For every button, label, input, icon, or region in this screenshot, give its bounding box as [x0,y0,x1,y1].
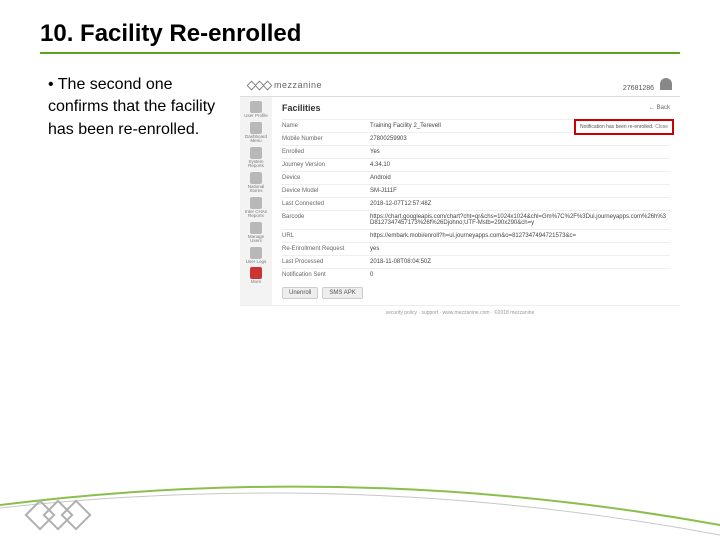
detail-label: Mobile Number [282,136,362,142]
detail-row: Enrolled Yes [282,145,670,158]
sidebar-item-system-reports[interactable]: System Reports [243,147,269,169]
sidebar-item-more[interactable]: More [243,267,269,285]
detail-row: Device Android [282,171,670,184]
sidebar: User Profile Dashboard Menu System Repor… [240,97,272,305]
detail-value: Yes [370,149,670,155]
sidebar-item-inter-chas[interactable]: Inter CHAs Reports [243,197,269,219]
app-header: mezzanine 27681286 [240,74,680,97]
slide-title: 10. Facility Re-enrolled [40,20,680,48]
detail-label: Journey Version [282,162,362,168]
detail-label: Re-Enrollment Request [282,246,362,252]
detail-value: Android [370,175,670,181]
toast-text: Notification has been re-enrolled. [580,124,653,130]
detail-row: Last Connected 2018-12-07T12:57:48Z [282,197,670,210]
back-button[interactable]: ← Back [649,105,670,111]
detail-value: 2018-11-08T08:04:50Z [370,259,670,265]
bullet-text: The second one confirms that the facilit… [40,74,230,320]
detail-value: https://embark.mobi/enroll?h=ui.journeya… [370,233,670,239]
sidebar-item-manage-users[interactable]: Manage Users [243,222,269,244]
detail-row: Barcode https://chart.googleapis.com/char… [282,210,670,229]
page-title: Facilities [282,103,321,113]
sms-apk-button[interactable]: SMS APK [322,287,362,299]
user-icon [660,78,672,90]
detail-label: URL [282,233,362,239]
detail-row: Journey Version 4.34.10 [282,158,670,171]
detail-label: Enrolled [282,149,362,155]
detail-value: https://chart.googleapis.com/chart?cht=q… [370,214,670,226]
detail-label: Last Connected [282,201,362,207]
toast-notification: Notification has been re-enrolled. Close [574,119,674,135]
detail-row: Device Model SM-J111F [282,184,670,197]
detail-label: Device Model [282,188,362,194]
sidebar-item-user-logs[interactable]: User Logs [243,247,269,265]
detail-row: Last Processed 2018-11-08T08:04:50Z [282,255,670,268]
detail-row: Re-Enrollment Request yes [282,242,670,255]
detail-row: Notification Sent 0 [282,268,670,281]
unenroll-button[interactable]: Unenroll [282,287,318,299]
detail-value: 27800259903 [370,136,670,142]
main-panel: Facilities ← Back NameTraining Facility … [272,97,680,305]
title-underline [40,52,680,54]
sidebar-item-user-profile[interactable]: User Profile [243,101,269,119]
toast-close-button[interactable]: Close [655,124,668,130]
user-badge: 27681286 [623,78,672,92]
detail-label: Barcode [282,214,362,226]
detail-label: Name [282,123,362,129]
detail-value: 4.34.10 [370,162,670,168]
app-screenshot: mezzanine 27681286 User Profile Dashboar… [240,74,680,320]
detail-label: Device [282,175,362,181]
detail-value: SM-J111F [370,188,670,194]
sidebar-item-dashboard[interactable]: Dashboard Menu [243,122,269,144]
sidebar-item-national-stores[interactable]: National Stores [243,172,269,194]
detail-label: Notification Sent [282,272,362,278]
detail-value: 2018-12-07T12:57:48Z [370,201,670,207]
detail-value: yes [370,246,670,252]
detail-row: URL https://embark.mobi/enroll?h=ui.journ… [282,229,670,242]
detail-value: 0 [370,272,670,278]
detail-label: Last Processed [282,259,362,265]
brand-logo: mezzanine [248,80,322,90]
app-footer: security policy · support · www.mezzanin… [240,305,680,320]
